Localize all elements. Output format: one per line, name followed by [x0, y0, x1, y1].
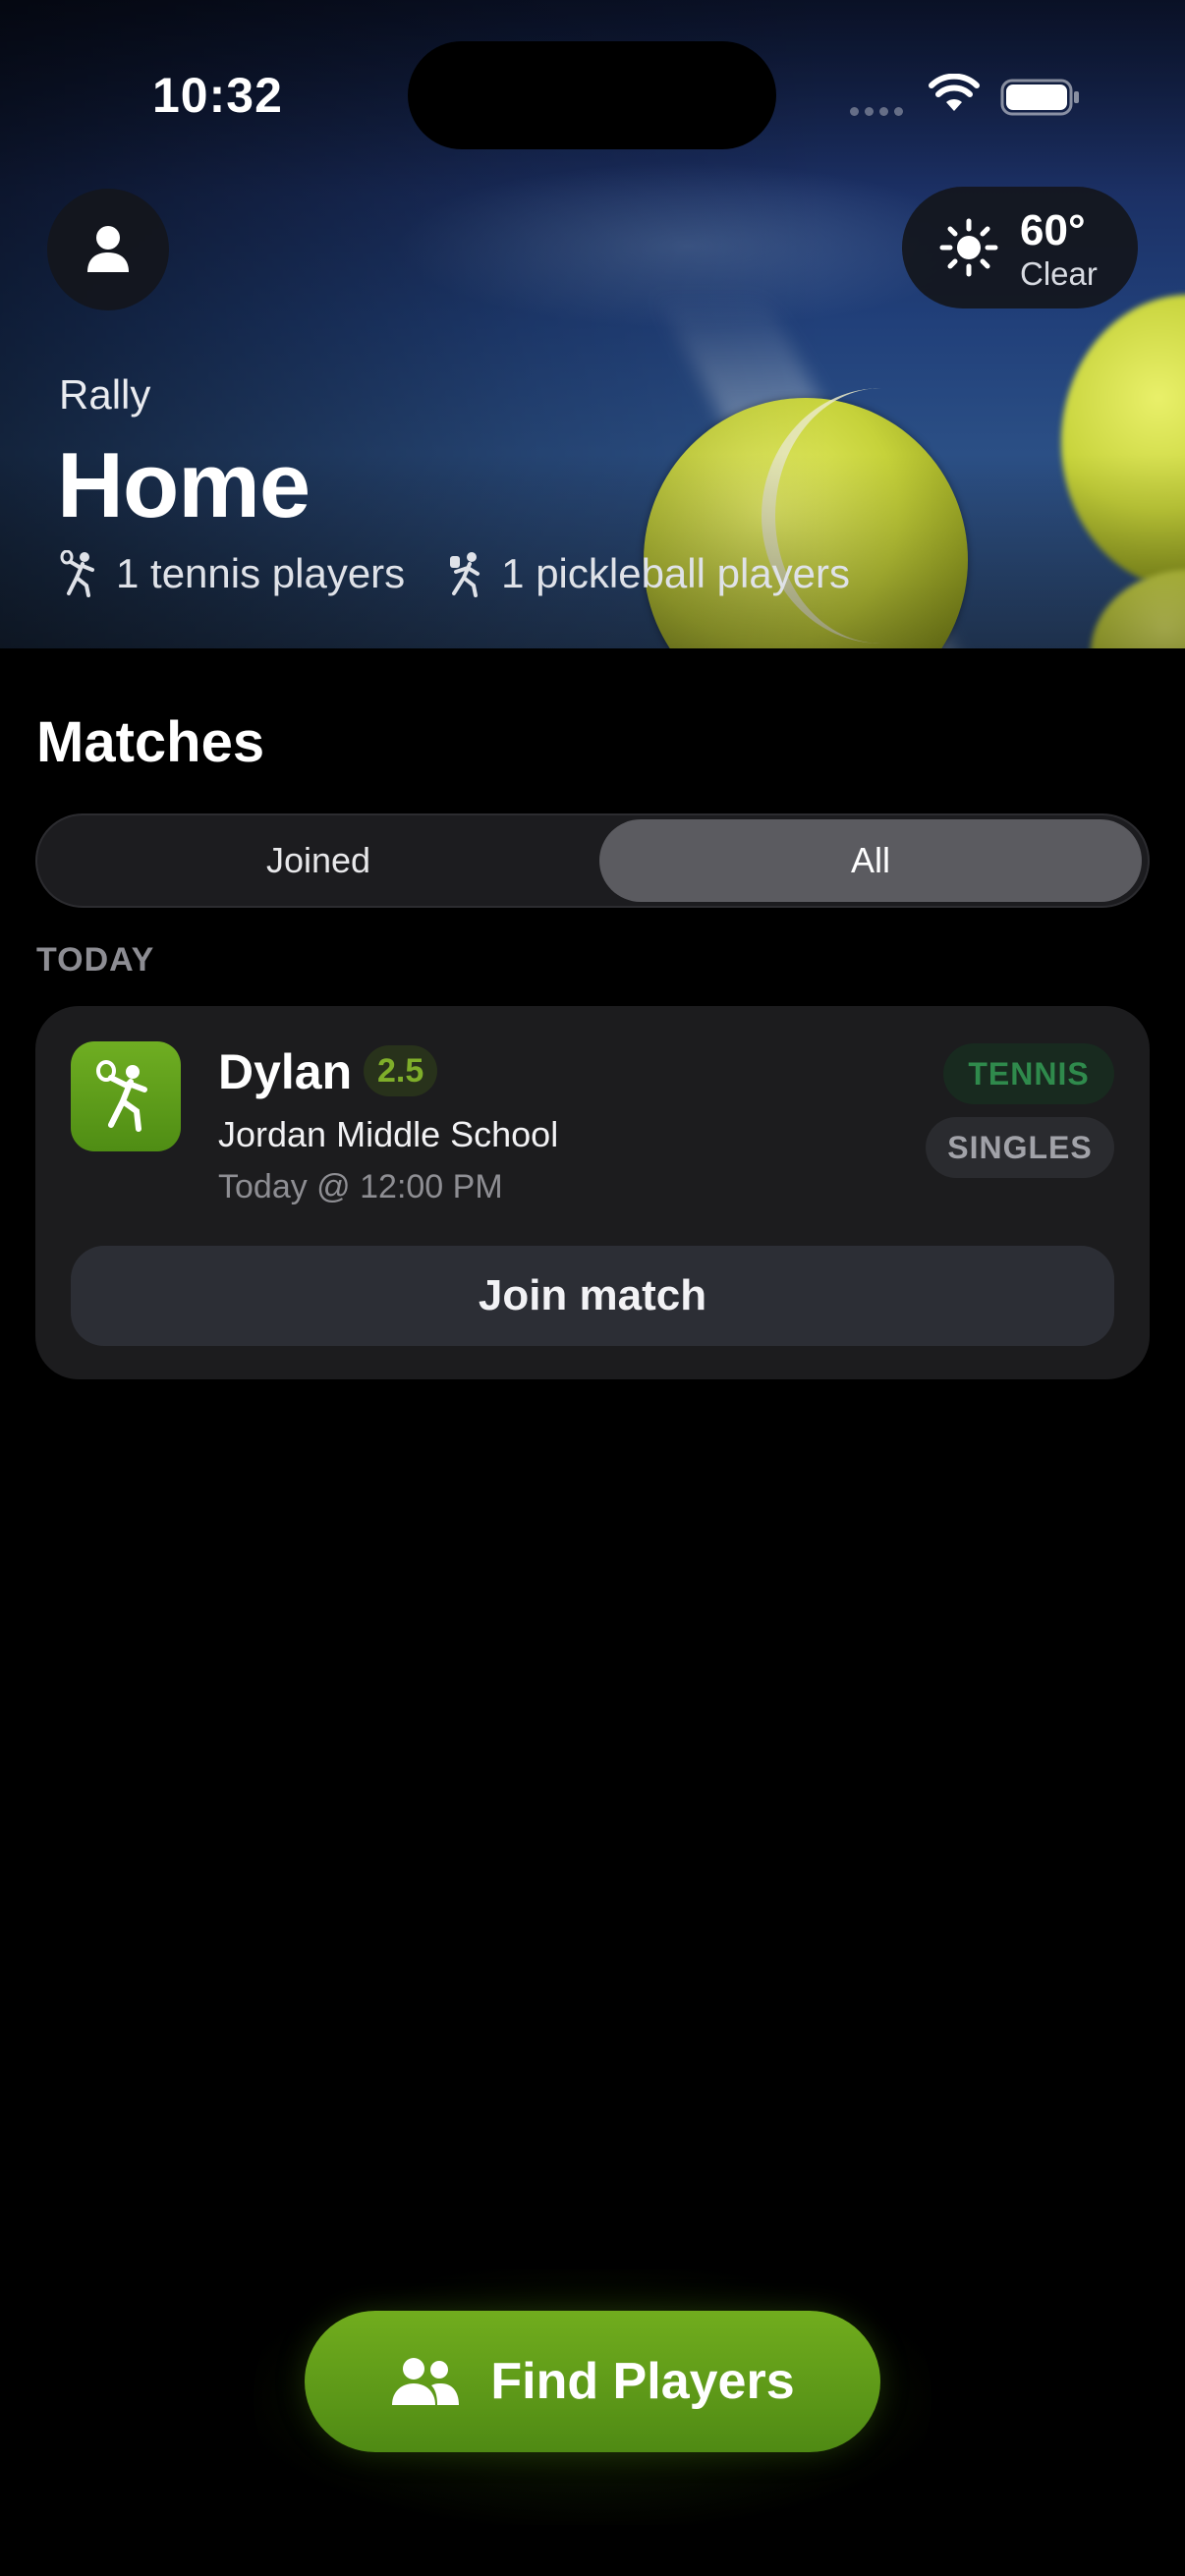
tennis-player-icon [60, 550, 94, 597]
match-host-name: Dylan [218, 1044, 353, 1099]
people-icon [392, 2358, 460, 2405]
person-icon [87, 226, 129, 272]
page-title: Home [57, 433, 310, 536]
sun-icon [939, 218, 998, 277]
battery-icon [1000, 79, 1079, 116]
skill-rating-badge: 2.5 [364, 1045, 438, 1096]
cellular-signal-icon [850, 103, 909, 121]
find-players-label: Find Players [490, 2353, 795, 2410]
dynamic-island [408, 41, 776, 149]
weather-temperature: 60° [1020, 206, 1086, 254]
weather-widget[interactable]: 60° Clear [902, 187, 1138, 308]
tennis-sport-icon [71, 1041, 181, 1151]
join-match-button[interactable]: Join match [71, 1246, 1114, 1346]
matches-section-title: Matches [36, 710, 265, 774]
pickleball-player-count: 1 pickleball players [501, 550, 851, 596]
wifi-icon [929, 74, 980, 111]
player-counts: 1 tennis players 1 pickleball players [59, 550, 850, 597]
profile-button[interactable] [47, 189, 169, 310]
status-time: 10:32 [152, 68, 283, 123]
match-time: Today @ 12:00 PM [218, 1168, 503, 1205]
tab-joined[interactable]: Joined [43, 819, 593, 902]
tennis-player-count: 1 tennis players [116, 550, 406, 596]
find-players-button[interactable]: Find Players [305, 2311, 880, 2452]
format-tag: SINGLES [926, 1117, 1114, 1178]
app-name: Rally [59, 371, 151, 418]
match-card[interactable]: Dylan 2.5 Jordan Middle School Today @ 1… [35, 1006, 1150, 1379]
matches-filter-segmented-control: Joined All [35, 813, 1150, 908]
weather-condition: Clear [1020, 255, 1098, 292]
sport-tag: TENNIS [943, 1043, 1114, 1104]
day-section-header: TODAY [36, 941, 155, 979]
pickleball-player-icon [450, 552, 480, 597]
match-venue: Jordan Middle School [218, 1114, 559, 1154]
tab-all[interactable]: All [599, 819, 1142, 902]
